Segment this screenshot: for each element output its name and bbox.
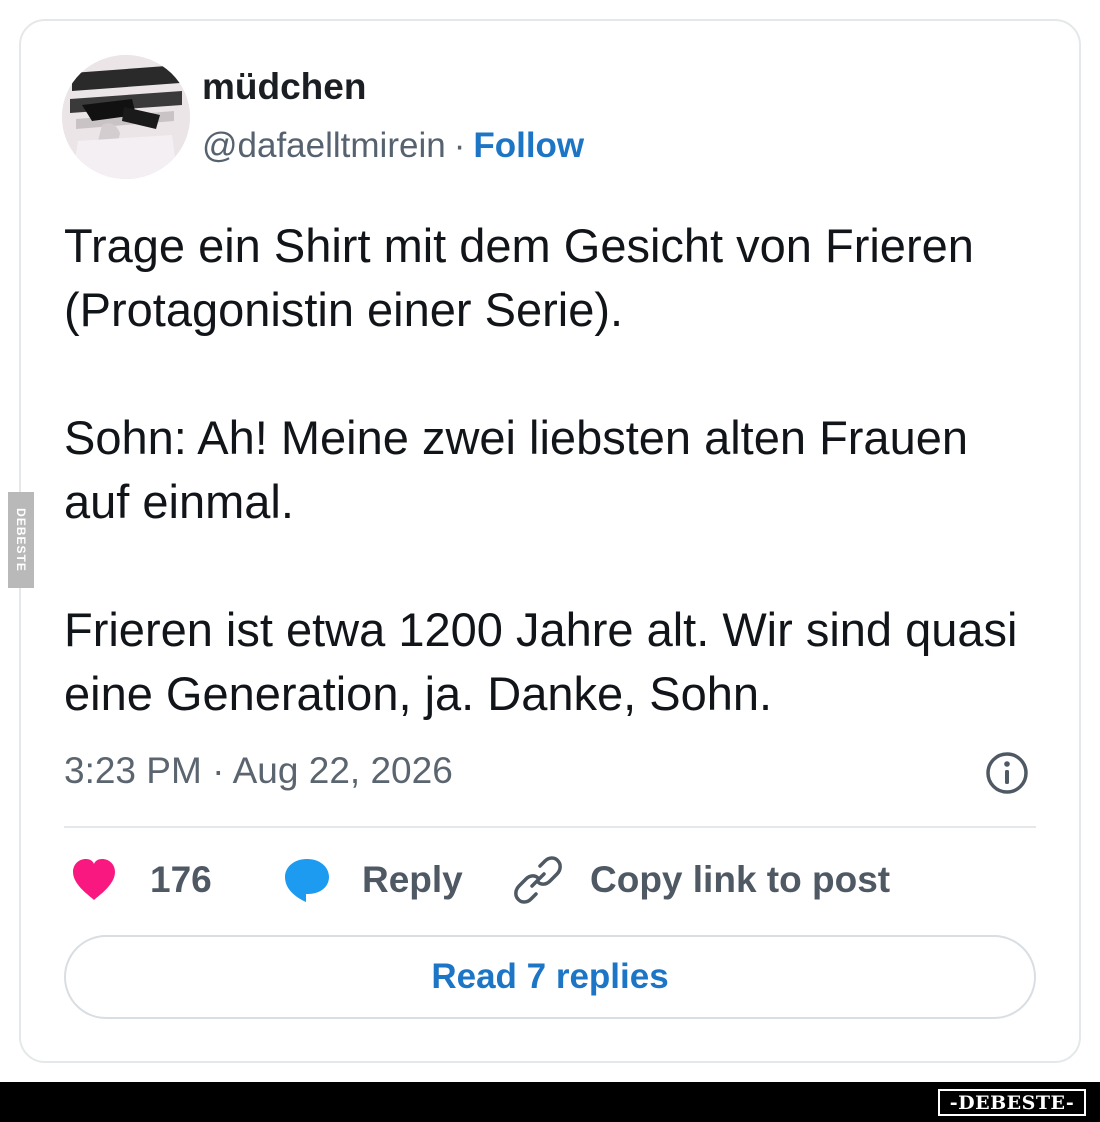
reply-label: Reply (362, 859, 463, 900)
avatar[interactable] (62, 55, 190, 179)
handle[interactable]: @dafaelltmirein (202, 126, 446, 165)
avatar-image (62, 55, 190, 179)
info-icon[interactable] (984, 750, 1030, 796)
divider (64, 826, 1036, 828)
reply-button[interactable]: Reply (282, 852, 463, 908)
footer-logo: -DEBESTE- (938, 1089, 1086, 1116)
heart-icon (73, 859, 115, 900)
footer-bar: -DEBESTE- (0, 1082, 1100, 1122)
read-replies-button[interactable]: Read 7 replies (64, 935, 1036, 1019)
tweet-paragraph: Trage ein Shirt mit dem Gesicht von Frie… (64, 219, 974, 336)
action-bar: 176 Reply Copy link to post (70, 852, 1030, 908)
side-watermark: DEBESTE (8, 492, 34, 588)
separator-dot: · (453, 126, 466, 165)
timestamp[interactable]: 3:23 PM · Aug 22, 2026 (64, 750, 453, 792)
copy-link-button[interactable]: Copy link to post (514, 852, 890, 908)
copy-link-label: Copy link to post (590, 859, 891, 900)
speech-bubble-icon (285, 859, 329, 902)
follow-button[interactable]: Follow (473, 126, 584, 165)
tweet-paragraph: Frieren ist etwa 1200 Jahre alt. Wir sin… (64, 603, 1018, 720)
handle-row: @dafaelltmirein · Follow (202, 126, 584, 166)
tweet-paragraph: Sohn: Ah! Meine zwei liebsten alten Frau… (64, 411, 968, 528)
like-button[interactable]: 176 (70, 852, 212, 908)
tweet-text: Trage ein Shirt mit dem Gesicht von Frie… (64, 214, 1044, 726)
display-name[interactable]: müdchen (202, 66, 366, 108)
side-watermark-text: DEBESTE (14, 508, 28, 572)
link-icon (514, 856, 562, 904)
like-count: 176 (150, 859, 212, 900)
